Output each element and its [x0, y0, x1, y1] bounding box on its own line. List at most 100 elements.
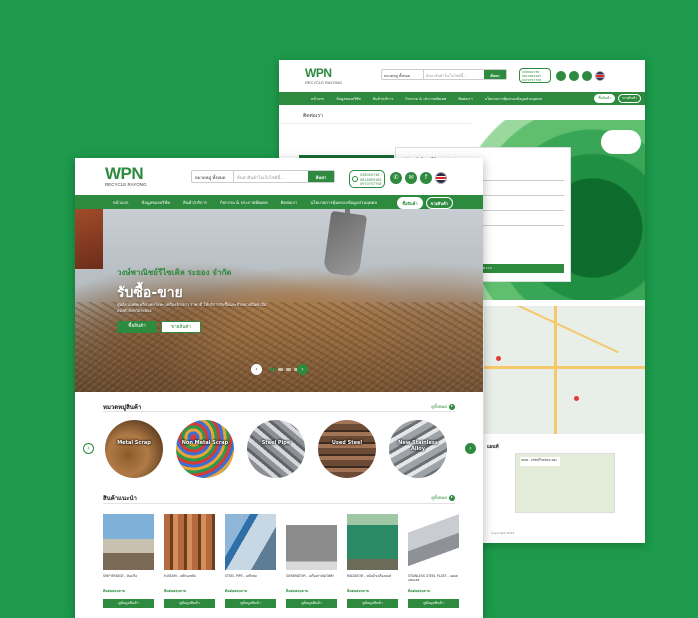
- logo[interactable]: WPN RECYCLE RAYONG: [305, 66, 347, 86]
- chevron-right-icon[interactable]: ›: [465, 443, 476, 454]
- search-input[interactable]: ค้นหาสินค้าในเว็บไซต์นี้...: [234, 171, 308, 182]
- product-detail-button[interactable]: ดูข้อมูลสินค้า: [103, 599, 154, 608]
- sell-button[interactable]: ขายสินค้า: [425, 197, 453, 209]
- thai-flag-icon[interactable]: [595, 71, 605, 81]
- sell-button[interactable]: ขายสินค้า: [618, 94, 641, 103]
- category-carousel: Metal Scrap Non Metal Scrap Steel Pipe U…: [105, 420, 447, 478]
- cloud-illustration: [601, 130, 641, 154]
- mini-map[interactable]: WPN - บริษัทรีไซเคิลระยอง: [515, 453, 615, 513]
- slider-dot[interactable]: [270, 368, 275, 371]
- category-label: Metal Scrap: [117, 440, 151, 446]
- email-icon[interactable]: ✉: [405, 172, 417, 184]
- arrow-right-icon: [449, 494, 455, 501]
- chevron-left-icon[interactable]: ‹: [83, 443, 94, 454]
- product-image[interactable]: [225, 514, 276, 570]
- product-price: ติดต่อสอบถาม: [103, 589, 126, 593]
- search-button[interactable]: ค้นหา: [484, 70, 506, 79]
- divider: [103, 411, 455, 412]
- nav-home[interactable]: หน้าแรก: [311, 96, 324, 102]
- nav-about[interactable]: ข้อมูลของบริษัท: [336, 96, 361, 102]
- product-card[interactable]: H-BEAM - เหล็กเอชบีม ติดต่อสอบถาม ดูข้อม…: [164, 514, 215, 608]
- product-card[interactable]: GENERATOR - เครื่องกำเนิดไฟฟ้า ติดต่อสอบ…: [286, 514, 337, 608]
- product-image[interactable]: [164, 514, 215, 570]
- home-page-window: WPN RECYCLE RAYONG หมวดหมู่ ทั้งหมด ค้นห…: [75, 158, 483, 618]
- thai-flag-icon[interactable]: [435, 172, 447, 184]
- footer-text: Copyright 2024: [491, 531, 515, 535]
- category-select[interactable]: หมวดหมู่ ทั้งหมด: [192, 171, 234, 182]
- nav-products[interactable]: สินค้า/บริการ: [183, 199, 207, 206]
- buy-button[interactable]: ซื้อสินค้า: [594, 94, 616, 103]
- arrow-right-icon: [449, 403, 455, 410]
- nav-contact[interactable]: ติดต่อเรา: [458, 96, 472, 102]
- hero-banner: วงษ์พาณิชย์รีไซเคิล ระยอง จำกัด รับซื้อ-…: [75, 209, 483, 392]
- product-detail-button[interactable]: ดูข้อมูลสินค้า: [286, 599, 337, 608]
- recommended-see-all[interactable]: ดูทั้งหมด: [431, 494, 455, 501]
- buy-button[interactable]: ซื้อสินค้า: [397, 197, 423, 209]
- search-button[interactable]: ค้นหา: [308, 171, 334, 182]
- slider-dot[interactable]: [278, 368, 283, 371]
- google-map[interactable]: [484, 306, 645, 434]
- product-list: SHIP BRIDGE - ห้องเรือ ติดต่อสอบถาม ดูข้…: [103, 514, 459, 608]
- header: WPN RECYCLE RAYONG หมวดหมู่ ทั้งหมด ค้นห…: [75, 158, 483, 194]
- category-item[interactable]: Steel Pipe: [247, 420, 305, 478]
- product-detail-button[interactable]: ดูข้อมูลสินค้า: [225, 599, 276, 608]
- hero-headline: รับซื้อ-ขาย: [117, 285, 183, 301]
- nav-home[interactable]: หน้าแรก: [113, 199, 128, 206]
- product-detail-button[interactable]: ดูข้อมูลสินค้า: [347, 599, 398, 608]
- product-image[interactable]: [347, 514, 398, 570]
- product-card[interactable]: STEEL PIPE - เหล็กท่อ ติดต่อสอบถาม ดูข้อ…: [225, 514, 276, 608]
- product-card[interactable]: STAINLESS STEEL PLATE - แผ่นสแตนเลส ติดต…: [408, 514, 459, 608]
- nav-contact[interactable]: ติดต่อเรา: [281, 199, 298, 206]
- category-item[interactable]: Metal Scrap: [105, 420, 163, 478]
- category-label: New Stainless Alloy: [398, 440, 438, 452]
- product-image[interactable]: [286, 514, 337, 570]
- facebook-icon[interactable]: [582, 71, 592, 81]
- product-price: ติดต่อสอบถาม: [347, 589, 370, 593]
- hero-sell-button[interactable]: ขายสินค้า: [161, 321, 201, 333]
- phone-number: 0970757758: [522, 78, 542, 82]
- categories-see-all[interactable]: ดูทั้งหมด: [431, 403, 455, 410]
- phone-number: 038000738: [360, 173, 380, 177]
- product-detail-button[interactable]: ดูข้อมูลสินค้า: [408, 599, 459, 608]
- phone-box[interactable]: 038000738 0614899165 0970757758: [519, 68, 551, 83]
- phone-number: 0970757758: [360, 182, 382, 186]
- search-bar: หมวดหมู่ ทั้งหมด ค้นหาสินค้าในเว็บไซต์นี…: [381, 69, 507, 80]
- product-image[interactable]: [103, 514, 154, 570]
- product-detail-button[interactable]: ดูข้อมูลสินค้า: [164, 599, 215, 608]
- nav-privacy[interactable]: นโยบายการคุ้มครองข้อมูลส่วนบุคคล: [485, 96, 542, 102]
- chevron-right-icon[interactable]: ›: [297, 364, 308, 375]
- chevron-left-icon[interactable]: ‹: [251, 364, 262, 375]
- category-item[interactable]: New Stainless Alloy: [389, 420, 447, 478]
- facebook-icon[interactable]: f: [420, 172, 432, 184]
- hero-crane-structure: [75, 209, 103, 269]
- nav-news[interactable]: กิจกรรม & ประกาศอัพเดท: [220, 199, 268, 206]
- slider-dots: [270, 368, 299, 371]
- search-input[interactable]: ค้นหาสินค้าในเว็บไซต์นี้...: [424, 70, 484, 79]
- nav-privacy[interactable]: นโยบายการคุ้มครองข้อมูลส่วนบุคคล: [310, 199, 377, 206]
- see-all-label: ดูทั้งหมด: [431, 404, 447, 409]
- see-all-label: ดูทั้งหมด: [431, 495, 447, 500]
- product-card[interactable]: RADIATOR - หม้อน้ำเครื่องยนต์ ติดต่อสอบถ…: [347, 514, 398, 608]
- category-label: Steel Pipe: [261, 440, 291, 446]
- product-card[interactable]: SHIP BRIDGE - ห้องเรือ ติดต่อสอบถาม ดูข้…: [103, 514, 154, 608]
- product-name: H-BEAM - เหล็กเอชบีม: [164, 574, 197, 578]
- product-name: STEEL PIPE - เหล็กท่อ: [225, 574, 257, 578]
- line-icon[interactable]: ✆: [390, 172, 402, 184]
- phone-box[interactable]: 038000738 0614899165 0970757758: [349, 170, 385, 188]
- map-pin-icon: [496, 356, 501, 361]
- nav-products[interactable]: สินค้า/บริการ: [373, 96, 394, 102]
- logo-subtext: RECYCLE RAYONG: [305, 80, 343, 85]
- hero-buy-button[interactable]: ซื้อสินค้า: [117, 321, 157, 333]
- email-icon[interactable]: [569, 71, 579, 81]
- slider-dot[interactable]: [286, 368, 291, 371]
- header: WPN RECYCLE RAYONG หมวดหมู่ ทั้งหมด ค้นห…: [279, 60, 645, 91]
- logo[interactable]: WPN RECYCLE RAYONG: [105, 165, 147, 187]
- category-item[interactable]: Used Steel: [318, 420, 376, 478]
- product-image[interactable]: [408, 514, 459, 570]
- category-item[interactable]: Non Metal Scrap: [176, 420, 234, 478]
- map-pin-icon: [574, 396, 579, 401]
- nav-news[interactable]: กิจกรรม & ประกาศอัพเดท: [405, 96, 446, 102]
- nav-about[interactable]: ข้อมูลของบริษัท: [141, 199, 170, 206]
- category-select[interactable]: หมวดหมู่ ทั้งหมด: [382, 70, 424, 79]
- line-icon[interactable]: [556, 71, 566, 81]
